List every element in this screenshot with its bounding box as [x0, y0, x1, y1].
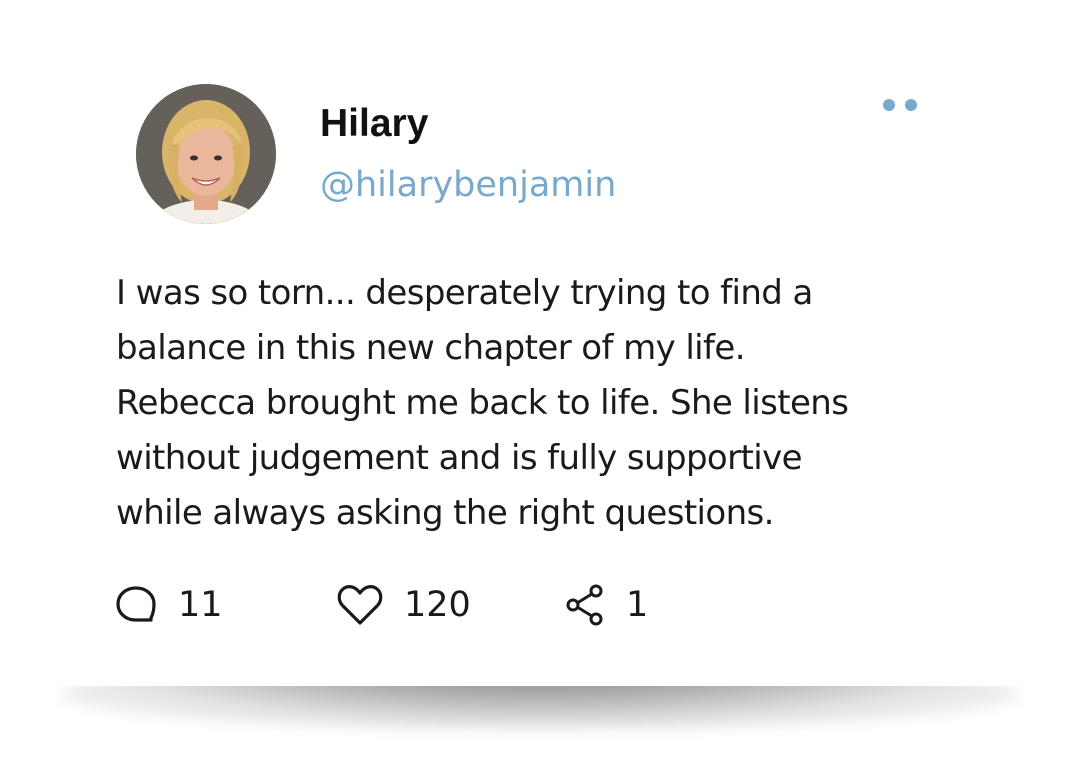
post-text-line: balance in this new chapter of my life.	[116, 328, 746, 368]
share-button[interactable]: 1	[564, 580, 648, 630]
share-icon	[566, 584, 603, 626]
post-card: Hilary @hilarybenjamin I was so torn... …	[0, 0, 1080, 686]
more-dot	[905, 99, 917, 111]
post-text-line: Rebecca brought me back to life. She lis…	[116, 383, 849, 423]
like-count: 120	[404, 585, 471, 625]
avatar-photo	[136, 84, 276, 224]
like-button[interactable]: 120	[336, 580, 471, 630]
author-name[interactable]: Hilary	[320, 100, 428, 148]
more-dot	[883, 99, 895, 111]
author-handle[interactable]: @hilarybenjamin	[320, 162, 616, 208]
share-count: 1	[626, 585, 649, 625]
post-text: I was so torn... desperately trying to f…	[116, 266, 1016, 541]
comment-count: 11	[178, 585, 223, 625]
post-text-line: while always asking the right questions.	[116, 493, 774, 533]
post-text-line: I was so torn... desperately trying to f…	[116, 273, 813, 313]
avatar[interactable]	[136, 84, 276, 224]
more-options-icon[interactable]	[872, 94, 928, 116]
heart-icon	[337, 585, 383, 625]
post-text-line: without judgement and is fully supportiv…	[116, 438, 803, 478]
comment-button[interactable]: 11	[114, 580, 223, 630]
comment-bubble-icon	[116, 586, 156, 622]
